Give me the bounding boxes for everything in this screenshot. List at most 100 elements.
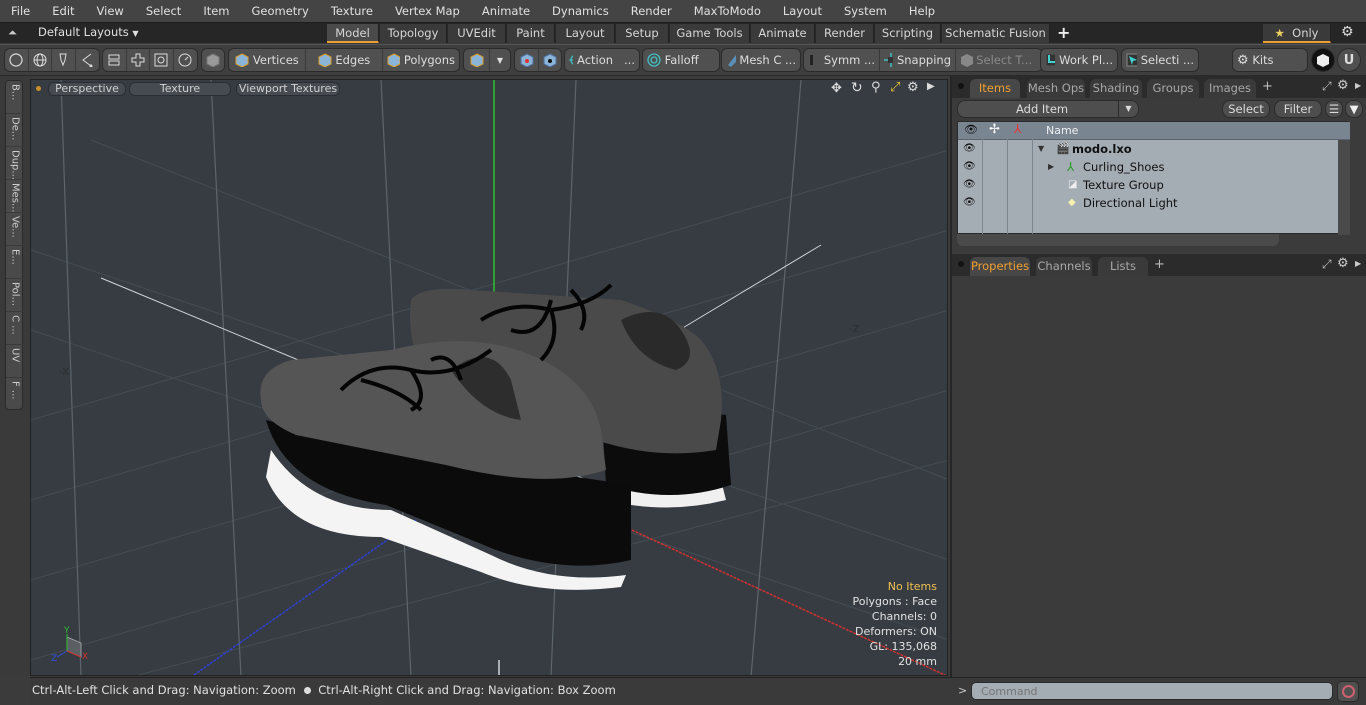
mesh-constraint-button[interactable]: Mesh C ... xyxy=(721,48,801,72)
menu-render[interactable]: Render xyxy=(620,4,683,18)
action-center-button[interactable]: Action ... xyxy=(564,48,640,72)
locator-column-icon[interactable]: ⅄ xyxy=(1014,122,1021,136)
viewport-gear-icon[interactable]: ⚙ xyxy=(907,80,919,95)
tab-lists[interactable]: Lists xyxy=(1098,257,1148,276)
tree-row-directional-light[interactable]: 👁 ◆ Directional Light xyxy=(958,194,1350,212)
tab-model[interactable]: Model xyxy=(327,24,379,43)
item-mode-button[interactable] xyxy=(201,48,225,72)
expand-arrow-icon[interactable]: ▶ xyxy=(1048,158,1054,176)
shading-mode-button[interactable]: Texture xyxy=(129,82,231,96)
tab-edge[interactable]: E... xyxy=(6,246,24,279)
tab-channels[interactable]: Channels xyxy=(1036,257,1092,276)
viewport-dot-icon[interactable] xyxy=(36,86,41,91)
panel-gear-icon[interactable]: ⚙ xyxy=(1337,78,1349,93)
tree-row-texture-group[interactable]: 👁 ◪ Texture Group xyxy=(958,176,1350,194)
menu-file[interactable]: File xyxy=(0,4,41,18)
falloff-button[interactable]: Falloff xyxy=(642,48,720,72)
menu-system[interactable]: System xyxy=(833,4,898,18)
panel-gear-icon[interactable]: ⚙ xyxy=(1337,256,1349,271)
add-panel-tab-icon[interactable]: + xyxy=(1154,257,1165,272)
record-macro-button[interactable] xyxy=(1337,681,1359,702)
snapping-button[interactable]: Snapping xyxy=(880,49,956,71)
visibility-column-eye-icon[interactable]: 👁 xyxy=(964,123,978,136)
visibility-eye-icon[interactable]: 👁 xyxy=(963,176,976,194)
vertices-button[interactable]: Vertices xyxy=(229,49,306,71)
name-column-header[interactable]: Name xyxy=(1046,124,1078,137)
select-through-button[interactable]: Select T... xyxy=(956,49,1036,71)
unity-button[interactable] xyxy=(1311,48,1335,72)
tree-row-curling-shoes[interactable]: 👁 ▶ ⅄ Curling_Shoes xyxy=(958,158,1350,176)
menu-select[interactable]: Select xyxy=(135,4,192,18)
kits-button[interactable]: ⚙ Kits xyxy=(1232,48,1308,72)
expand-arrow-icon[interactable]: ▼ xyxy=(1038,140,1044,158)
menu-vertex-map[interactable]: Vertex Map xyxy=(384,4,471,18)
add-item-dropdown[interactable]: Add Item ▼ xyxy=(957,100,1139,118)
tab-groups[interactable]: Groups xyxy=(1147,79,1199,98)
tab-game-tools[interactable]: Game Tools xyxy=(670,24,750,43)
tab-layout[interactable]: Layout xyxy=(556,24,615,43)
menu-animate[interactable]: Animate xyxy=(471,4,541,18)
tab-scripting[interactable]: Scripting xyxy=(875,24,941,43)
view-type-button[interactable]: Perspective xyxy=(48,82,126,96)
cross-icon[interactable] xyxy=(127,49,151,71)
edges-button[interactable]: Edges xyxy=(306,49,383,71)
viewport-textures-button[interactable]: Viewport Textures xyxy=(236,82,340,96)
tab-polygon[interactable]: Pol... xyxy=(6,279,24,312)
globe-icon[interactable] xyxy=(29,49,53,71)
visibility-eye-icon[interactable]: 👁 xyxy=(963,194,976,212)
panel-dot-icon[interactable] xyxy=(958,83,964,89)
add-panel-tab-icon[interactable]: + xyxy=(1262,79,1273,94)
tab-curve[interactable]: C ... xyxy=(6,312,24,345)
menu-item[interactable]: Item xyxy=(192,4,240,18)
menu-maxtomodo[interactable]: MaxToModo xyxy=(683,4,772,18)
menu-help[interactable]: Help xyxy=(898,4,946,18)
expand-icon[interactable]: ⤢ xyxy=(1322,257,1332,272)
menu-view[interactable]: View xyxy=(86,4,135,18)
panel-more-icon[interactable]: ▶ xyxy=(1355,81,1361,90)
dial-icon[interactable] xyxy=(174,49,197,71)
tab-shading[interactable]: Shading xyxy=(1090,79,1142,98)
lock-column-icon[interactable]: ✢ xyxy=(989,122,1000,137)
pivot-cube-icon[interactable] xyxy=(515,49,539,71)
tab-vertex[interactable]: Ve... xyxy=(6,213,24,246)
panel-more-icon[interactable]: ▶ xyxy=(1355,259,1361,268)
command-input[interactable] xyxy=(971,682,1333,700)
tab-items[interactable]: Items xyxy=(970,79,1020,98)
viewport-more-icon[interactable]: ▶ xyxy=(927,81,935,92)
polygons-button[interactable]: Polygons xyxy=(383,49,459,71)
tab-deform[interactable]: De... xyxy=(6,114,24,147)
filter-funnel-icon[interactable]: ▼ xyxy=(1345,100,1363,118)
menu-dynamics[interactable]: Dynamics xyxy=(541,4,620,18)
tab-paint[interactable]: Paint xyxy=(507,24,555,43)
tab-properties[interactable]: Properties xyxy=(970,257,1030,276)
tab-schematic-fusion[interactable]: Schematic Fusion xyxy=(942,24,1050,43)
tab-animate[interactable]: Animate xyxy=(751,24,815,43)
tab-uv[interactable]: UV xyxy=(6,345,24,378)
visibility-eye-icon[interactable]: 👁 xyxy=(963,158,976,176)
menu-edit[interactable]: Edit xyxy=(41,4,85,18)
tab-fusion[interactable]: F ... xyxy=(6,378,24,411)
panel-dot-icon[interactable] xyxy=(958,261,964,267)
tab-setup[interactable]: Setup xyxy=(616,24,669,43)
visibility-eye-icon[interactable]: 👁 xyxy=(963,140,976,158)
lasso-icon[interactable] xyxy=(76,49,99,71)
layout-dropdown[interactable]: Default Layouts ▼ xyxy=(38,25,139,39)
selection-sets-button[interactable]: Selecti ... xyxy=(1121,48,1199,72)
frame-icon[interactable] xyxy=(150,49,174,71)
menu-layout[interactable]: Layout xyxy=(772,4,833,18)
material-cube-icon[interactable] xyxy=(464,49,490,71)
tab-uvedit[interactable]: UVEdit xyxy=(448,24,506,43)
menu-texture[interactable]: Texture xyxy=(320,4,384,18)
tab-images[interactable]: Images xyxy=(1204,79,1256,98)
maximize-icon[interactable]: ⤢ xyxy=(890,80,900,95)
tree-row-scene[interactable]: 👁 ▼ 🎬 modo.lxo xyxy=(958,140,1350,158)
tab-mesh-edit[interactable]: Mes... xyxy=(6,180,24,213)
pan-icon[interactable]: ✥ xyxy=(831,81,842,96)
zoom-icon[interactable]: ⚲ xyxy=(871,80,881,95)
align-icon[interactable] xyxy=(103,49,127,71)
add-tab-button[interactable]: + xyxy=(1057,23,1070,42)
tree-horizontal-scrollbar[interactable] xyxy=(957,234,1279,246)
rotate-icon[interactable]: ↻ xyxy=(851,80,863,96)
symmetry-button[interactable]: Symm ... xyxy=(804,49,880,71)
filter-button[interactable]: Filter xyxy=(1274,100,1322,118)
